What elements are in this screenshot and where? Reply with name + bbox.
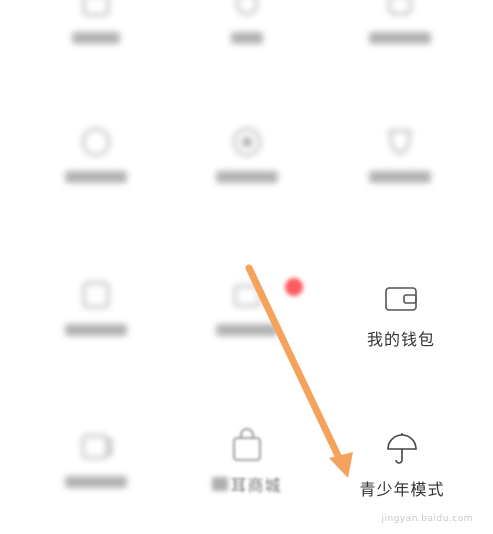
blurred-item-icon: [383, 125, 417, 159]
watermark-site: jingyan.baidu.com: [381, 514, 473, 524]
notification-badge: [285, 278, 303, 296]
mall-label: 耳商城: [212, 472, 281, 496]
menu-item-wallet[interactable]: 我的钱包: [341, 282, 461, 372]
menu-item-teen-mode[interactable]: 青少年模式: [342, 432, 462, 522]
blurred-label-bar: [231, 32, 263, 44]
blurred-menu-item[interactable]: [340, 125, 460, 215]
blurred-menu-item[interactable]: [187, 0, 307, 80]
mall-label-blur-prefix: [212, 477, 229, 491]
blurred-item-icon: [79, 0, 113, 24]
blurred-menu-item[interactable]: [36, 430, 156, 520]
blurred-label-bar: [65, 171, 127, 183]
blurred-item-icon: [79, 125, 113, 159]
feature-grid: 我的钱包 耳商城 青少年模式: [0, 0, 493, 534]
blurred-menu-item[interactable]: [36, 125, 156, 215]
blurred-item-icon: [230, 125, 264, 159]
shopping-bag-icon: [230, 428, 264, 462]
blurred-menu-item[interactable]: [36, 278, 156, 368]
blurred-item-icon: [79, 278, 113, 312]
blurred-item-icon: [230, 278, 264, 312]
blurred-menu-item[interactable]: [36, 0, 156, 80]
blurred-label-bar: [65, 324, 127, 336]
wallet-icon: [384, 282, 418, 316]
blurred-label-bar: [216, 324, 278, 336]
blurred-menu-item[interactable]: [187, 125, 307, 215]
teen-mode-label: 青少年模式: [359, 480, 445, 499]
blurred-item-icon: [230, 0, 264, 24]
blurred-label-bar: [216, 171, 278, 183]
blurred-item-icon: [383, 0, 417, 24]
wallet-label: 我的钱包: [366, 330, 435, 349]
umbrella-icon: [385, 432, 419, 466]
blurred-label-bar: [369, 32, 431, 44]
blurred-label-bar: [369, 171, 431, 183]
blurred-item-icon: [79, 430, 113, 464]
watermark: jingyan.baidu.com: [381, 514, 473, 524]
blurred-label-bar: [65, 476, 127, 488]
blurred-label-bar: [72, 32, 120, 44]
blurred-menu-item[interactable]: [340, 0, 460, 80]
mall-label-text: 耳商城: [230, 476, 282, 495]
menu-item-mall[interactable]: 耳商城: [187, 428, 307, 518]
